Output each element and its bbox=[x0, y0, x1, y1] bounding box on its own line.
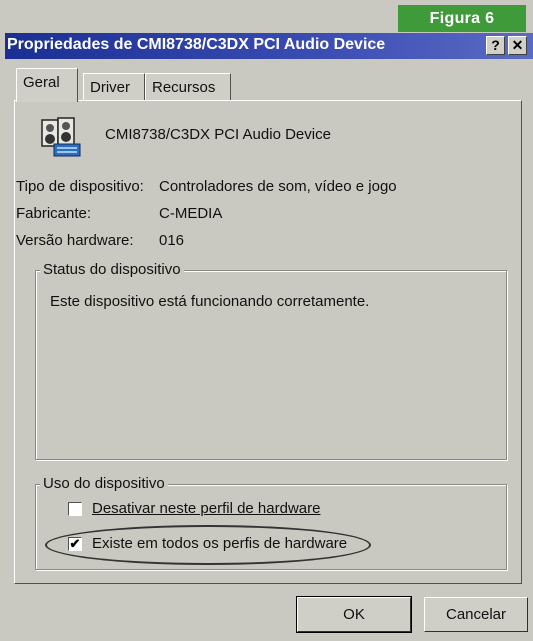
hw-version-value: 016 bbox=[159, 232, 185, 249]
disable-profile-label[interactable]: Desativar neste perfil de hardware bbox=[92, 500, 320, 517]
hw-version-label: Versão hardware: bbox=[16, 232, 134, 249]
title-bar: Propriedades de CMI8738/C3DX PCI Audio D… bbox=[5, 33, 533, 59]
tab-recursos[interactable]: Recursos bbox=[145, 73, 231, 101]
highlight-oval bbox=[45, 525, 371, 565]
ok-button[interactable]: OK bbox=[296, 596, 412, 633]
disable-profile-checkbox[interactable] bbox=[68, 502, 82, 516]
tab-driver[interactable]: Driver bbox=[83, 73, 145, 101]
audio-device-icon bbox=[41, 117, 81, 157]
usage-group-label: Uso do dispositivo bbox=[40, 475, 168, 492]
status-group-label: Status do dispositivo bbox=[40, 261, 184, 278]
manufacturer-label: Fabricante: bbox=[16, 205, 92, 222]
help-button[interactable]: ? bbox=[486, 36, 505, 55]
window-title: Propriedades de CMI8738/C3DX PCI Audio D… bbox=[7, 36, 386, 53]
status-message: Este dispositivo está funcionando corret… bbox=[50, 293, 370, 310]
tab-label: Geral bbox=[23, 74, 60, 91]
cancel-button[interactable]: Cancelar bbox=[424, 597, 528, 632]
close-button[interactable]: ✕ bbox=[508, 36, 527, 55]
device-type-label: Tipo de dispositivo: bbox=[16, 178, 144, 195]
close-icon: ✕ bbox=[511, 37, 524, 53]
figure-label: Figura 6 bbox=[398, 5, 526, 32]
tab-label: Driver bbox=[90, 79, 130, 96]
tab-geral[interactable]: Geral bbox=[16, 68, 78, 102]
tab-label: Recursos bbox=[152, 79, 216, 96]
manufacturer-value: C-MEDIA bbox=[159, 205, 223, 222]
device-type-value: Controladores de som, vídeo e jogo bbox=[159, 178, 397, 195]
device-name: CMI8738/C3DX PCI Audio Device bbox=[105, 126, 331, 143]
